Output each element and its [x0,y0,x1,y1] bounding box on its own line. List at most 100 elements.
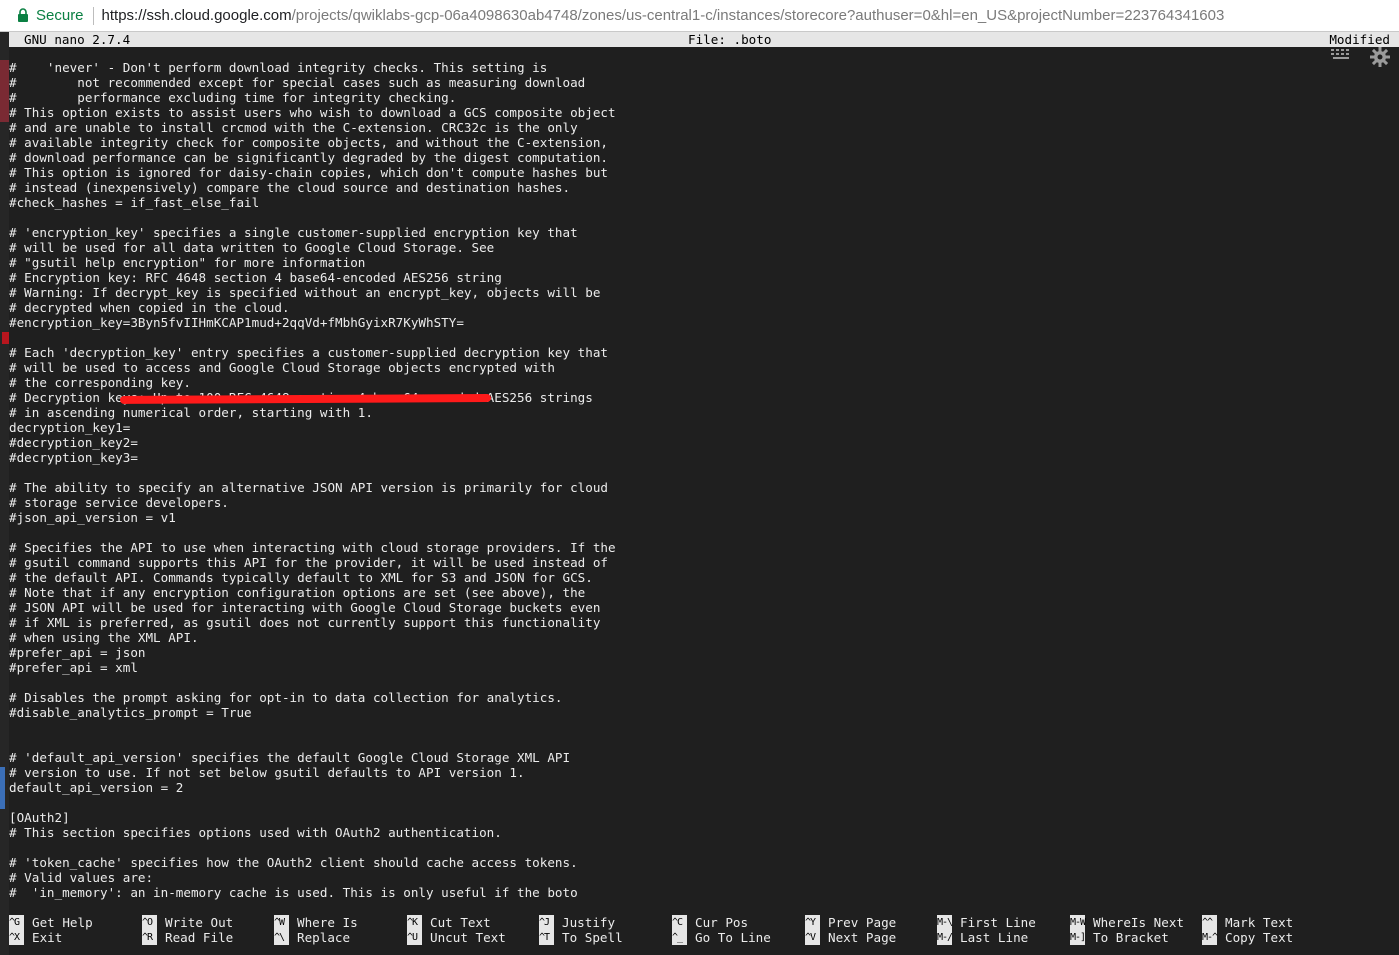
editor-line[interactable]: # JSON API will be used for interacting … [9,600,1379,615]
editor-line[interactable]: # and are unable to install crcmod with … [9,120,1379,135]
url-host[interactable]: https://ssh.cloud.google.com [102,7,292,24]
editor-line[interactable]: # This option is ignored for daisy-chain… [9,165,1379,180]
editor-line[interactable] [9,735,1379,750]
editor-line[interactable]: # Valid values are: [9,870,1379,885]
editor-line[interactable]: # Warning: If decrypt_key is specified w… [9,285,1379,300]
editor-line[interactable]: # performance excluding time for integri… [9,90,1379,105]
editor-line[interactable]: # will be used to access and Google Clou… [9,360,1379,375]
editor-line[interactable]: #check_hashes = if_fast_else_fail [9,195,1379,210]
editor-buffer[interactable]: # 'never' - Don't perform download integ… [9,60,1379,900]
nano-version: GNU nano 2.7.4 [24,32,131,47]
editor-line[interactable] [9,330,1379,345]
shortcut-key: M-\ [937,915,953,930]
shortcut-label: Justify [562,915,616,930]
editor-line[interactable]: #prefer_api = xml [9,660,1379,675]
shortcut-label: Mark Text [1225,915,1294,930]
editor-line[interactable]: #disable_analytics_prompt = True [9,705,1379,720]
editor-line[interactable]: # storage service developers. [9,495,1379,510]
shortcut-item: ^W Where Is ^\ Replace [274,915,358,947]
editor-line[interactable]: # when using the XML API. [9,630,1379,645]
shortcut-key: M-W [1070,915,1086,930]
file-name: File: .boto [688,32,772,47]
editor-line[interactable] [9,840,1379,855]
editor-line[interactable]: # gsutil command supports this API for t… [9,555,1379,570]
secure-label: Secure [36,7,84,24]
editor-line[interactable]: # version to use. If not set below gsuti… [9,765,1379,780]
editor-line[interactable]: # 'encryption_key' specifies a single cu… [9,225,1379,240]
terminal-window[interactable]: GNU nano 2.7.4 File: .boto Modified # 'n… [0,32,1399,955]
shortcut-key: ^Y [805,915,820,930]
lock-icon[interactable] [17,8,30,24]
editor-line[interactable]: #json_api_version = v1 [9,510,1379,525]
editor-line[interactable]: # the corresponding key. [9,375,1379,390]
editor-line[interactable]: # in ascending numerical order, starting… [9,405,1379,420]
editor-line[interactable] [9,525,1379,540]
editor-line[interactable]: # download performance can be significan… [9,150,1379,165]
shortcut-item: M-\ First Line M-/ Last Line [937,915,1036,947]
shortcut-item: ^K Cut Text ^U Uncut Text [407,915,506,947]
shortcut-key: ^\ [274,930,289,945]
shortcut-label: Replace [297,930,351,945]
shortcut-label: Next Page [828,930,897,945]
modified-status: Modified [1329,32,1390,47]
shortcut-label: To Bracket [1093,930,1169,945]
editor-line[interactable] [9,675,1379,690]
shortcut-label: Prev Page [828,915,897,930]
shortcut-label: First Line [960,915,1036,930]
editor-line[interactable]: #encryption_key=3Byn5fvIIHmKCAP1mud+2qqV… [9,315,1379,330]
editor-line[interactable]: # if XML is preferred, as gsutil does no… [9,615,1379,630]
editor-line[interactable]: # Note that if any encryption configurat… [9,585,1379,600]
shortcut-key: M-] [1070,930,1086,945]
shortcut-key: ^V [805,930,820,945]
editor-line[interactable]: # the default API. Commands typically de… [9,570,1379,585]
editor-line[interactable] [9,720,1379,735]
editor-line[interactable] [9,210,1379,225]
shortcut-key: ^O [142,915,157,930]
editor-line[interactable]: # available integrity check for composit… [9,135,1379,150]
shortcut-item: ^Y Prev Page ^V Next Page [805,915,896,947]
shortcut-item: ^G Get Help ^X Exit [9,915,93,947]
editor-line[interactable]: [OAuth2] [9,810,1379,825]
shortcut-item: ^^ Mark Text M-^ Copy Text [1202,915,1293,947]
editor-line[interactable]: # will be used for all data written to G… [9,240,1379,255]
editor-line[interactable]: # 'token_cache' specifies how the OAuth2… [9,855,1379,870]
shortcut-label: Write Out [165,915,234,930]
editor-line[interactable]: # Encryption key: RFC 4648 section 4 bas… [9,270,1379,285]
shortcut-label: To Spell [562,930,623,945]
editor-line[interactable]: # decrypted when copied in the cloud. [9,300,1379,315]
shortcut-item: M-W WhereIs Next M-] To Bracket [1070,915,1184,947]
editor-line[interactable]: # 'never' - Don't perform download integ… [9,60,1379,75]
shortcut-label: Go To Line [695,930,771,945]
shortcut-label: WhereIs Next [1093,915,1184,930]
nano-shortcut-bar: ^G Get Help ^X Exit ^O Write Out ^R Read File ^W… [9,915,1399,947]
shortcut-key: ^C [672,915,687,930]
editor-line[interactable]: # The ability to specify an alternative … [9,480,1379,495]
editor-line[interactable]: # Disables the prompt asking for opt-in … [9,690,1379,705]
editor-line[interactable]: # "gsutil help encryption" for more info… [9,255,1379,270]
shortcut-key: ^K [407,915,422,930]
editor-line[interactable]: decryption_key1= [9,420,1379,435]
editor-line[interactable]: #decryption_key2= [9,435,1379,450]
background-window-strip [0,32,9,955]
shortcut-label: Cur Pos [695,915,749,930]
editor-line[interactable] [9,465,1379,480]
shortcut-item: ^O Write Out ^R Read File [142,915,233,947]
editor-line[interactable] [9,795,1379,810]
editor-line[interactable]: # 'in_memory': an in-memory cache is use… [9,885,1379,900]
shortcut-label: Copy Text [1225,930,1294,945]
editor-line[interactable]: # Specifies the API to use when interact… [9,540,1379,555]
url-path[interactable]: /projects/qwiklabs-gcp-06a4098630ab4748/… [292,7,1225,24]
editor-line[interactable]: #decryption_key3= [9,450,1379,465]
editor-line[interactable]: # Each 'decryption_key' entry specifies … [9,345,1379,360]
editor-line[interactable]: default_api_version = 2 [9,780,1379,795]
editor-line[interactable]: # 'default_api_version' specifies the de… [9,750,1379,765]
shortcut-item: ^C Cur Pos ^_ Go To Line [672,915,771,947]
editor-line[interactable]: # instead (inexpensively) compare the cl… [9,180,1379,195]
browser-address-bar[interactable]: Secure https://ssh.cloud.google.com/proj… [0,0,1399,32]
editor-line[interactable]: # This option exists to assist users who… [9,105,1379,120]
editor-line[interactable]: #prefer_api = json [9,645,1379,660]
editor-line[interactable]: # not recommended except for special cas… [9,75,1379,90]
editor-line[interactable]: # This section specifies options used wi… [9,825,1379,840]
shortcut-label: Get Help [32,915,93,930]
shortcut-key: ^U [407,930,422,945]
